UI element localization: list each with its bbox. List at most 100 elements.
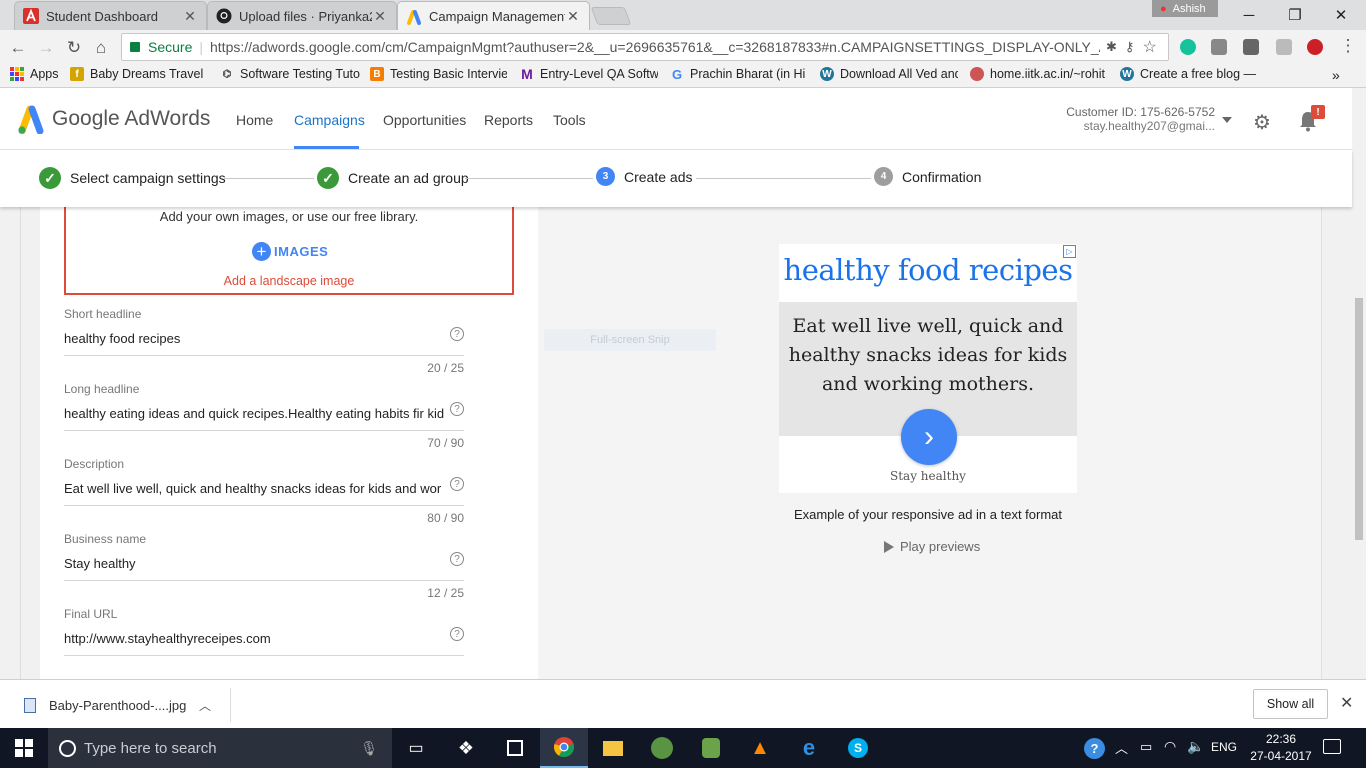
help-icon[interactable]: ?: [450, 402, 464, 416]
tab-campaign-management[interactable]: Campaign Management ✕: [397, 1, 590, 31]
adwords-logo-text[interactable]: Google AdWords: [52, 107, 210, 131]
step-select-campaign-settings[interactable]: ✓ Select campaign settings: [39, 167, 226, 189]
tray-chevron-up-icon[interactable]: ︿: [1115, 738, 1128, 757]
bookmark-prachin-bharat[interactable]: G Prachin Bharat (in Hin: [670, 67, 806, 81]
field-label: Business name: [64, 532, 147, 546]
file-explorer-icon[interactable]: [589, 728, 637, 768]
dropbox-icon[interactable]: ❖: [442, 728, 490, 768]
show-all-button[interactable]: Show all: [1253, 689, 1328, 719]
menu-icon[interactable]: ⋮: [1338, 36, 1358, 56]
description-input[interactable]: Eat well live well, quick and healthy sn…: [64, 481, 449, 499]
store-icon[interactable]: [491, 728, 539, 768]
bookmark-star-icon[interactable]: ☆: [1142, 37, 1156, 57]
gear-icon[interactable]: ⚙: [1253, 110, 1271, 135]
chevron-right-icon[interactable]: ›: [901, 409, 957, 465]
bookmark-apps[interactable]: Apps: [10, 67, 59, 81]
wifi-icon[interactable]: ◠: [1164, 738, 1176, 755]
battery-icon[interactable]: ▭: [1140, 739, 1152, 755]
close-icon[interactable]: ✕: [565, 8, 581, 25]
system-clock[interactable]: 22:36 27-04-2017: [1246, 731, 1316, 765]
nav-tools[interactable]: Tools: [553, 112, 586, 128]
bookmark-entry-level-qa[interactable]: M Entry-Level QA Softwa: [520, 67, 658, 81]
close-downloads-icon[interactable]: ✕: [1340, 693, 1353, 713]
extension-icon[interactable]: [1211, 39, 1227, 55]
address-bar[interactable]: Secure | https://adwords.google.com/cm/C…: [121, 33, 1169, 61]
field-label: Short headline: [64, 307, 142, 321]
grammarly-icon[interactable]: [1180, 39, 1196, 55]
preview-caption: Example of your responsive ad in a text …: [793, 507, 1063, 522]
bookmark-software-testing[interactable]: ⌬ Software Testing Tuto: [220, 67, 360, 81]
extension-image-icon[interactable]: [1276, 39, 1292, 55]
volume-muted-icon[interactable]: 🔈: [1187, 738, 1204, 755]
skype-icon[interactable]: S: [834, 728, 882, 768]
downloads-bar: Baby-Parenthood-....jpg ︿ Show all ✕: [0, 679, 1366, 728]
business-name-input[interactable]: Stay healthy: [64, 556, 449, 574]
close-icon[interactable]: ✕: [182, 8, 198, 25]
internet-explorer-icon[interactable]: e: [785, 728, 833, 768]
taskbar-search-box[interactable]: Type here to search 🎙: [48, 728, 392, 768]
reload-icon[interactable]: ↻: [64, 38, 84, 58]
action-center-icon[interactable]: [1323, 739, 1341, 754]
user-icon: ●: [1160, 2, 1167, 15]
more-bookmarks-icon[interactable]: »: [1332, 67, 1340, 83]
page-scrollbar[interactable]: [1352, 88, 1366, 679]
bookmark-baby-dreams[interactable]: f Baby Dreams Travel B: [70, 67, 205, 81]
adwords-logo-icon[interactable]: [16, 104, 46, 139]
images-button[interactable]: + IMAGES: [252, 242, 328, 261]
vlc-icon[interactable]: ▲: [736, 728, 784, 768]
chrome-icon[interactable]: [540, 728, 588, 768]
final-url-input[interactable]: http://www.stayhealthyreceipes.com: [64, 631, 449, 649]
bookmark-download-ved[interactable]: W Download All Ved and: [820, 67, 958, 81]
url-text[interactable]: https://adwords.google.com/cm/CampaignMg…: [210, 39, 1100, 55]
help-icon[interactable]: ?: [450, 477, 464, 491]
tab-student-dashboard[interactable]: Student Dashboard ✕: [14, 1, 207, 30]
download-item[interactable]: Baby-Parenthood-....jpg ︿: [14, 688, 230, 722]
help-icon[interactable]: ?: [450, 627, 464, 641]
profile-badge[interactable]: ● Ashish: [1152, 0, 1218, 17]
long-headline-input[interactable]: healthy eating ideas and quick recipes.H…: [64, 406, 449, 424]
microphone-icon[interactable]: 🎙: [360, 740, 378, 757]
nav-opportunities[interactable]: Opportunities: [383, 112, 466, 128]
bookmark-m-icon: M: [521, 67, 533, 81]
main-content: Add your own images, or use our free lib…: [0, 207, 1352, 679]
window-close-icon[interactable]: ✕: [1318, 0, 1364, 30]
language-indicator[interactable]: ENG: [1211, 740, 1237, 754]
new-tab-button[interactable]: [590, 7, 632, 25]
key-icon[interactable]: ⚷: [1125, 39, 1135, 55]
extension-m-icon[interactable]: [1243, 39, 1259, 55]
final-url-field: Final URL http://www.stayhealthyreceipes…: [64, 607, 464, 656]
bookmark-home-iitk[interactable]: home.iitk.ac.in/~rohit: [970, 67, 1106, 81]
windows-start-icon[interactable]: [0, 728, 48, 768]
nav-home[interactable]: Home: [236, 112, 273, 128]
back-icon[interactable]: ←: [8, 38, 28, 58]
bookmark-create-blog[interactable]: W Create a free blog —: [1120, 67, 1256, 81]
scrollbar-thumb[interactable]: [1355, 298, 1363, 540]
tab-upload-files[interactable]: Upload files · Priyanka20 ✕: [207, 1, 397, 30]
forward-icon[interactable]: →: [36, 38, 56, 58]
extension-puzzle-icon[interactable]: ✱: [1106, 39, 1117, 55]
close-icon[interactable]: ✕: [372, 8, 388, 25]
account-switcher[interactable]: Customer ID: 175-626-5752 stay.healthy20…: [1063, 105, 1215, 133]
help-icon[interactable]: ?: [450, 327, 464, 341]
nav-campaigns[interactable]: Campaigns: [294, 112, 365, 128]
chevron-up-icon[interactable]: ︿: [199, 697, 211, 714]
step-confirmation: 4 Confirmation: [874, 167, 981, 186]
step-create-ad-group[interactable]: ✓ Create an ad group: [317, 167, 469, 189]
tripadvisor-icon[interactable]: [638, 728, 686, 768]
task-view-icon[interactable]: ▭: [392, 728, 440, 768]
evernote-icon[interactable]: [687, 728, 735, 768]
play-previews-button[interactable]: Play previews: [884, 539, 980, 554]
minimize-icon[interactable]: ─: [1226, 0, 1272, 30]
help-tray-icon[interactable]: ?: [1084, 738, 1105, 759]
char-count: 12 / 25: [427, 586, 464, 600]
restore-icon[interactable]: ❐: [1272, 0, 1318, 30]
chevron-down-icon[interactable]: [1222, 117, 1232, 123]
home-icon[interactable]: ⌂: [91, 38, 111, 58]
nav-reports[interactable]: Reports: [484, 112, 533, 128]
plus-circle-icon: +: [252, 242, 271, 261]
ad-preview-card: ▷ healthy food recipes Eat well live wel…: [779, 244, 1077, 493]
short-headline-input[interactable]: healthy food recipes: [64, 331, 449, 349]
help-icon[interactable]: ?: [450, 552, 464, 566]
bookmark-testing-basic[interactable]: B Testing Basic Intervie: [370, 67, 507, 81]
pinterest-icon[interactable]: [1307, 39, 1323, 55]
